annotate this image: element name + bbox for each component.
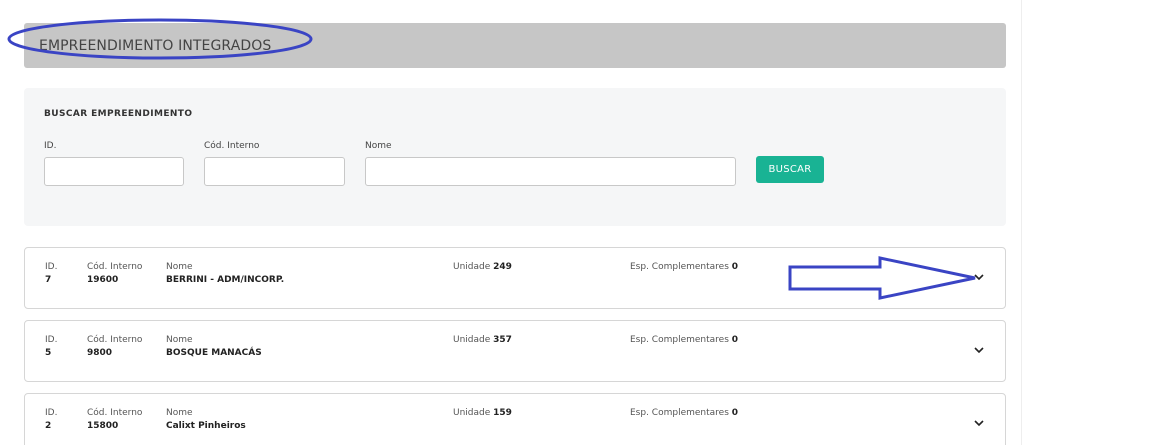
chevron-down-icon[interactable] (973, 271, 985, 283)
page: EMPREENDIMENTO INTEGRADOS BUSCAR EMPREEN… (0, 0, 1171, 445)
id-value: 7 (45, 275, 52, 285)
complementary-label: Esp. Complementares (630, 408, 729, 418)
id-field-label: ID. (44, 141, 57, 151)
search-heading: BUSCAR EMPREENDIMENTO (44, 109, 193, 119)
code-field-label: Cód. Interno (204, 141, 260, 151)
right-rail (1021, 0, 1171, 445)
page-title: EMPREENDIMENTO INTEGRADOS (39, 37, 272, 54)
search-button[interactable]: BUSCAR (756, 156, 824, 183)
code-label: Cód. Interno (87, 335, 143, 345)
code-value: 9800 (87, 348, 113, 358)
result-row-2[interactable]: ID. 2 Cód. Interno 15800 Nome Calixt Pin… (24, 393, 1006, 445)
complementary-info: Esp. Complementares 0 (630, 262, 738, 272)
page-header: EMPREENDIMENTO INTEGRADOS (24, 23, 1006, 68)
name-label: Nome (166, 262, 193, 272)
result-row-7[interactable]: ID. 7 Cód. Interno 19600 Nome BERRINI - … (24, 247, 1006, 309)
name-field[interactable] (365, 157, 736, 186)
units-label: Unidade (453, 408, 491, 418)
name-value: BOSQUE MANACÁS (166, 348, 262, 358)
name-field-label: Nome (365, 141, 392, 151)
complementary-value: 0 (731, 262, 739, 272)
code-label: Cód. Interno (87, 262, 143, 272)
name-label: Nome (166, 335, 193, 345)
id-label: ID. (45, 408, 58, 418)
id-label: ID. (45, 262, 58, 272)
units-info: Unidade 357 (453, 335, 512, 345)
code-label: Cód. Interno (87, 408, 143, 418)
chevron-down-icon[interactable] (973, 417, 985, 429)
complementary-value: 0 (731, 408, 739, 418)
units-value: 159 (493, 408, 512, 418)
complementary-label: Esp. Complementares (630, 262, 729, 272)
internal-code-field[interactable] (204, 157, 345, 186)
units-info: Unidade 159 (453, 408, 512, 418)
chevron-down-icon[interactable] (973, 344, 985, 356)
name-value: BERRINI - ADM/INCORP. (166, 275, 285, 285)
id-field[interactable] (44, 157, 184, 186)
code-value: 15800 (87, 421, 119, 431)
result-row-5[interactable]: ID. 5 Cód. Interno 9800 Nome BOSQUE MANA… (24, 320, 1006, 382)
units-label: Unidade (453, 262, 491, 272)
search-panel: BUSCAR EMPREENDIMENTO ID. Cód. Interno N… (24, 88, 1006, 226)
complementary-label: Esp. Complementares (630, 335, 729, 345)
units-info: Unidade 249 (453, 262, 512, 272)
name-value: Calixt Pinheiros (166, 421, 246, 431)
id-value: 2 (45, 421, 52, 431)
id-label: ID. (45, 335, 58, 345)
id-value: 5 (45, 348, 52, 358)
name-label: Nome (166, 408, 193, 418)
code-value: 19600 (87, 275, 119, 285)
units-value: 357 (493, 335, 512, 345)
complementary-info: Esp. Complementares 0 (630, 408, 738, 418)
units-value: 249 (493, 262, 512, 272)
complementary-value: 0 (731, 335, 739, 345)
complementary-info: Esp. Complementares 0 (630, 335, 738, 345)
units-label: Unidade (453, 335, 491, 345)
main-content: EMPREENDIMENTO INTEGRADOS BUSCAR EMPREEN… (0, 0, 1021, 445)
